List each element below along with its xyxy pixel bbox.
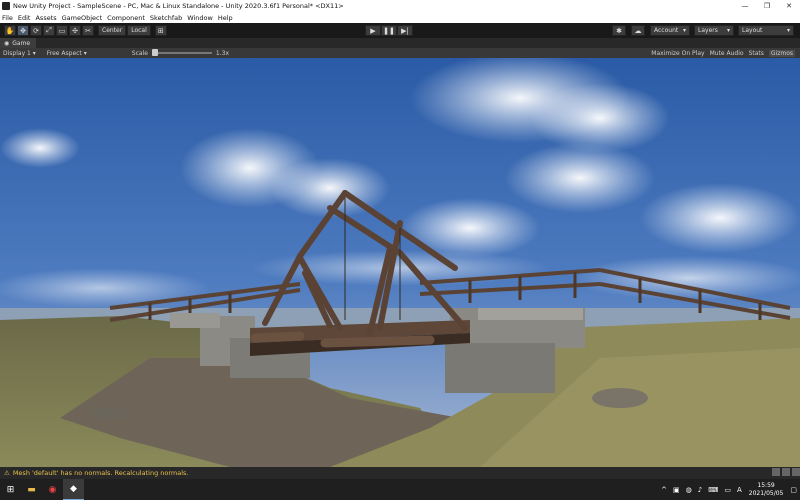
pivot-center-button[interactable]: Center — [98, 25, 127, 36]
scale-value: 1.3x — [215, 49, 230, 57]
unity-taskbar-icon[interactable]: ◆ — [63, 479, 84, 500]
game-view-toolbar: Display 1 ▾ Free Aspect ▾ Scale 1.3x Max… — [0, 48, 800, 58]
stats-toggle[interactable]: Stats — [749, 50, 764, 57]
chevron-down-icon: ▾ — [726, 27, 730, 34]
console-status-bar[interactable]: ⚠ Mesh 'default' has no normals. Recalcu… — [0, 467, 800, 479]
app-tray-icon[interactable]: ▣ — [673, 486, 680, 494]
pause-icon[interactable]: ❚❚ — [381, 25, 397, 36]
scale-tool-icon[interactable]: ⤢ — [43, 25, 55, 36]
scale-slider[interactable] — [151, 49, 212, 56]
volume-icon[interactable]: ♪ — [698, 486, 702, 494]
close-button[interactable]: ✕ — [778, 0, 800, 12]
status-bar-icons — [772, 468, 800, 476]
tab-game-label: Game — [12, 39, 31, 47]
clock[interactable]: 15:59 2021/05/05 — [749, 482, 784, 498]
window-titlebar: New Unity Project - SampleScene - PC, Ma… — [0, 0, 800, 12]
layers-label: Layers — [698, 27, 718, 34]
layout-dropdown[interactable]: Layout ▾ — [738, 25, 794, 36]
collab-icon[interactable]: ✱ — [612, 25, 626, 36]
gizmos-toggle[interactable]: Gizmos — [768, 49, 795, 57]
layers-dropdown[interactable]: Layers ▾ — [694, 25, 734, 36]
clock-date: 2021/05/05 — [748, 489, 784, 497]
hand-tool-icon[interactable]: ✋ — [4, 25, 16, 36]
rect-tool-icon[interactable]: ▭ — [56, 25, 68, 36]
maximize-button[interactable]: ❐ — [756, 0, 778, 12]
clock-time: 15:59 — [757, 481, 775, 489]
menu-edit[interactable]: Edit — [18, 14, 31, 22]
notifications-icon[interactable]: ▢ — [790, 486, 797, 494]
snap-grid-icon[interactable]: ⊞ — [154, 25, 167, 36]
rock — [592, 388, 648, 408]
chevron-down-icon: ▾ — [786, 27, 790, 34]
tab-bar: ◉ Game — [0, 38, 800, 48]
account-label: Account — [654, 27, 679, 34]
display-label: Display 1 — [3, 49, 31, 57]
space-label: Local — [131, 27, 147, 34]
chevron-down-icon: ▾ — [682, 27, 686, 34]
progress-icon[interactable] — [772, 468, 780, 476]
network-icon[interactable]: ◍ — [686, 486, 692, 494]
minimize-button[interactable]: — — [734, 0, 756, 12]
menu-help[interactable]: Help — [218, 14, 233, 22]
transform-tool-icon[interactable]: ✣ — [69, 25, 81, 36]
pivot-local-button[interactable]: Local — [127, 25, 151, 36]
move-tool-icon[interactable]: ✥ — [17, 25, 29, 36]
os-taskbar: ⊞ ▬ ◉ ◆ ^ ▣ ◍ ♪ ⌨ ▭ A 15:59 2021/05/05 ▢ — [0, 479, 800, 500]
rotate-tool-icon[interactable]: ⟳ — [30, 25, 42, 36]
scale-label: Scale — [131, 49, 148, 57]
main-toolbar: ✋ ✥ ⟳ ⤢ ▭ ✣ ✂ Center Local ⊞ ▶ ❚❚ ▶| ✱ ☁… — [0, 23, 800, 38]
warning-icon: ⚠ — [4, 469, 10, 477]
scene-render — [0, 58, 800, 467]
game-view-options: Maximize On Play Mute Audio Stats Gizmos — [651, 48, 800, 58]
gamepad-icon: ◉ — [4, 39, 10, 47]
keyboard-icon[interactable]: ⌨ — [708, 486, 718, 494]
play-icon[interactable]: ▶ — [365, 25, 381, 36]
debug-icon[interactable] — [782, 468, 790, 476]
chevron-up-icon[interactable]: ^ — [661, 486, 667, 494]
chrome-icon[interactable]: ◉ — [42, 479, 63, 500]
ime-indicator[interactable]: A — [737, 486, 742, 494]
menu-gameobject[interactable]: GameObject — [62, 14, 103, 22]
menu-window[interactable]: Window — [187, 14, 213, 22]
display-icon[interactable]: ▭ — [724, 486, 731, 494]
pivot-label: Center — [102, 27, 123, 34]
rock — [92, 407, 128, 419]
display-dropdown[interactable]: Display 1 ▾ — [3, 50, 36, 57]
status-message: Mesh 'default' has no normals. Recalcula… — [12, 469, 189, 477]
aspect-label: Free Aspect — [46, 49, 82, 57]
menu-assets[interactable]: Assets — [35, 14, 56, 22]
menu-file[interactable]: File — [2, 14, 13, 22]
account-dropdown[interactable]: Account ▾ — [650, 25, 690, 36]
menu-component[interactable]: Component — [107, 14, 145, 22]
play-controls: ▶ ❚❚ ▶| — [365, 25, 413, 36]
menu-bar: File Edit Assets GameObject Component Sk… — [0, 12, 800, 23]
system-tray: ^ ▣ ◍ ♪ ⌨ ▭ A 15:59 2021/05/05 ▢ — [658, 479, 800, 500]
layout-label: Layout — [742, 27, 763, 34]
step-icon[interactable]: ▶| — [397, 25, 413, 36]
scale-slider-knob[interactable] — [151, 49, 158, 56]
right-toolbar: ✱ ☁ Account ▾ Layers ▾ Layout ▾ — [612, 25, 794, 36]
menu-sketchfab[interactable]: Sketchfab — [150, 14, 182, 22]
maximize-on-play-toggle[interactable]: Maximize On Play — [651, 50, 704, 57]
window-title: New Unity Project - SampleScene - PC, Ma… — [13, 2, 344, 10]
custom-tool-icon[interactable]: ✂ — [82, 25, 94, 36]
windows-start-icon[interactable]: ⊞ — [0, 479, 21, 500]
file-explorer-icon[interactable]: ▬ — [21, 479, 42, 500]
unity-app-icon — [2, 2, 10, 10]
game-viewport[interactable] — [0, 58, 800, 467]
mute-audio-toggle[interactable]: Mute Audio — [710, 50, 744, 57]
auto-generate-lighting-icon[interactable] — [792, 468, 800, 476]
tab-game[interactable]: ◉ Game — [0, 38, 37, 48]
aspect-dropdown[interactable]: Free Aspect ▾ — [47, 50, 121, 57]
cloud-icon[interactable]: ☁ — [631, 25, 645, 36]
